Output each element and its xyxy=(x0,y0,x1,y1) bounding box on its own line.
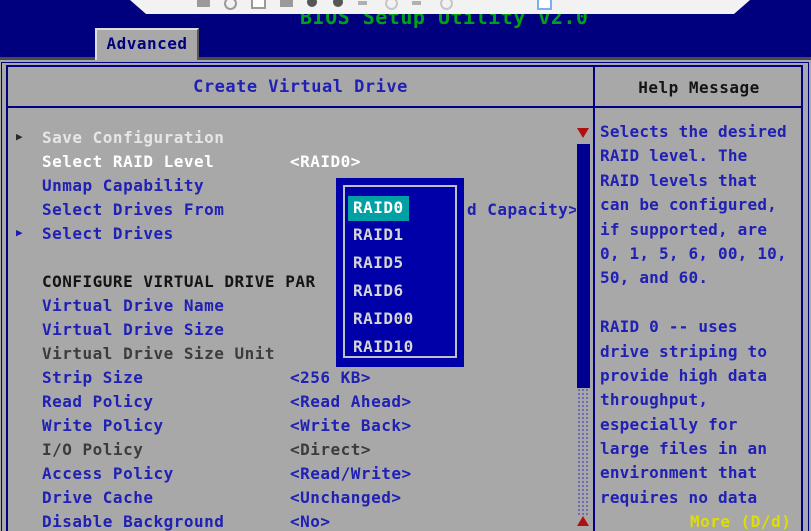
dropdown-option-label: RAID00 xyxy=(353,308,414,330)
help-text-line: environment that xyxy=(600,463,802,487)
menu-item-value: <Direct> xyxy=(290,440,371,459)
toolbar-circle-icon[interactable] xyxy=(385,0,398,10)
menu-item-value: <Read Ahead> xyxy=(290,392,412,411)
menu-item-label: Virtual Drive Name xyxy=(42,296,224,315)
menu-item-value-fragment: d Capacity> xyxy=(467,200,576,219)
toolbar-dash-icon[interactable] xyxy=(358,1,367,5)
menu-item[interactable]: I/O Policy <Direct> xyxy=(8,438,576,462)
dropdown-option-label: RAID5 xyxy=(353,252,404,274)
dropdown-option[interactable]: RAID0 xyxy=(346,196,454,224)
menu-item-value: <No> xyxy=(290,512,331,531)
help-text-line: RAID level. The xyxy=(600,146,802,170)
menu-item[interactable]: Virtual Drive Size Unit xyxy=(8,342,576,366)
menu-item-label: Select Drives From xyxy=(42,200,224,219)
toolbar-circle-icon[interactable] xyxy=(440,0,453,10)
toolbar-dash-icon[interactable] xyxy=(412,1,421,5)
help-text-line: 50, and 60. xyxy=(600,268,802,292)
menu-item-value: <Read/Write> xyxy=(290,464,412,483)
menu-item[interactable]: Write Policy <Write Back> xyxy=(8,414,576,438)
tab-advanced[interactable]: Advanced xyxy=(95,28,199,60)
menu-item-label: Strip Size xyxy=(42,368,143,387)
menu-item-label: Virtual Drive Size Unit xyxy=(42,344,275,363)
bios-setup-screen: BIOS Setup Utility v2.0 Advanced Create … xyxy=(0,0,811,531)
help-text-line: 0, 1, 5, 6, 00, 10, xyxy=(600,244,802,268)
help-more-hint: More (D/d) xyxy=(690,512,791,531)
menu-item[interactable]: Virtual Drive Size xyxy=(8,318,576,342)
dropdown-option[interactable]: RAID5 xyxy=(346,252,454,280)
help-text-line xyxy=(600,293,802,317)
toolbar-focus-square-icon[interactable] xyxy=(537,0,552,10)
dropdown-option[interactable]: RAID10 xyxy=(346,336,454,364)
help-text-line: RAID 0 -- uses xyxy=(600,317,802,341)
dropdown-option-label: RAID1 xyxy=(353,224,404,246)
scroll-up-arrow-icon[interactable] xyxy=(577,516,589,526)
dropdown-option-label: RAID10 xyxy=(353,336,414,358)
menu-item-label: Read Policy xyxy=(42,392,153,411)
menu-item[interactable]: ▶ Save Configuration xyxy=(8,126,576,150)
menu-item-label: Disable Background xyxy=(42,512,224,531)
dropdown-option-label: RAID6 xyxy=(353,280,404,302)
menu-item-label: Access Policy xyxy=(42,464,174,483)
help-text-line: if supported, are xyxy=(600,220,802,244)
console-toolbar-overlay xyxy=(130,0,750,14)
menu-item-label: Virtual Drive Size xyxy=(42,320,224,339)
scroll-down-arrow-icon[interactable] xyxy=(577,128,589,138)
help-text-line: RAID levels that xyxy=(600,171,802,195)
menu-item[interactable]: Access Policy <Read/Write> xyxy=(8,462,576,486)
menu-item-value: <256 KB> xyxy=(290,368,371,387)
dropdown-option[interactable]: RAID00 xyxy=(346,308,454,336)
menu-item-label: Write Policy xyxy=(42,416,164,435)
menu-item-label: I/O Policy xyxy=(42,440,143,459)
submenu-arrow-icon: ▶ xyxy=(16,226,23,239)
menu-item-label: CONFIGURE VIRTUAL DRIVE PAR xyxy=(42,272,316,291)
raid-level-dropdown: RAID0 RAID1 RAID5 RAID6 RAID00 RAID10 xyxy=(336,178,464,367)
menu-item[interactable]: Strip Size <256 KB> xyxy=(8,366,576,390)
toolbar-grid-icon[interactable] xyxy=(197,0,210,7)
menu-item-label: Unmap Capability xyxy=(42,176,204,195)
menu-item[interactable]: CONFIGURE VIRTUAL DRIVE PAR xyxy=(8,270,576,294)
page-title: Create Virtual Drive xyxy=(8,77,593,97)
menu-item[interactable]: ▶ Select Drives xyxy=(8,222,576,246)
menu-spacer xyxy=(8,246,576,270)
menu-item[interactable]: Disable Background <No> xyxy=(8,510,576,531)
menu-item[interactable]: Select RAID Level <RAID0> xyxy=(8,150,576,174)
help-text-line: provide high data xyxy=(600,366,802,390)
menu-item-label: Save Configuration xyxy=(42,128,224,147)
toolbar-dot-icon[interactable] xyxy=(333,0,343,7)
scrollbar xyxy=(577,128,590,531)
help-text: Selects the desiredRAID level. TheRAID l… xyxy=(600,122,802,512)
dropdown-option-list: RAID0 RAID1 RAID5 RAID6 RAID00 RAID10 xyxy=(346,196,454,364)
scrollbar-thumb[interactable] xyxy=(577,144,590,388)
menu-item-value: <Write Back> xyxy=(290,416,412,435)
help-text-line: requires no data xyxy=(600,488,802,512)
help-panel-title: Help Message xyxy=(596,78,802,97)
toolbar-window-icon[interactable] xyxy=(251,0,266,9)
menu-item-value: <Unchanged> xyxy=(290,488,401,507)
help-text-line: large files in an xyxy=(600,439,802,463)
menu-item-label: Select RAID Level xyxy=(42,152,214,171)
menu-item[interactable]: Virtual Drive Name xyxy=(8,294,576,318)
help-text-line: can be configured, xyxy=(600,195,802,219)
toolbar-dot-icon[interactable] xyxy=(307,0,317,7)
submenu-arrow-icon: ▶ xyxy=(16,130,23,143)
toolbar-keyboard-icon[interactable] xyxy=(280,0,293,7)
header-separator xyxy=(6,106,803,108)
dropdown-option-label: RAID0 xyxy=(348,196,409,221)
dropdown-option[interactable]: RAID1 xyxy=(346,224,454,252)
menu-item-label: Select Drives xyxy=(42,224,174,243)
toolbar-circle-icon[interactable] xyxy=(224,0,237,10)
help-text-line: drive striping to xyxy=(600,342,802,366)
panel-divider xyxy=(593,65,595,531)
help-text-line: Selects the desired xyxy=(600,122,802,146)
help-text-line: especially for xyxy=(600,415,802,439)
settings-menu: ▶ Save Configuration Select RAID Level <RAI… xyxy=(8,126,576,531)
menu-item[interactable]: Read Policy <Read Ahead> xyxy=(8,390,576,414)
dropdown-option[interactable]: RAID6 xyxy=(346,280,454,308)
menu-item[interactable]: Select Drives From d Capacity> xyxy=(8,198,576,222)
menu-item-label: Drive Cache xyxy=(42,488,153,507)
menu-item[interactable]: Unmap Capability xyxy=(8,174,576,198)
menu-item[interactable]: Drive Cache <Unchanged> xyxy=(8,486,576,510)
help-text-line: throughput, xyxy=(600,390,802,414)
menu-item-value: <RAID0> xyxy=(290,152,361,171)
